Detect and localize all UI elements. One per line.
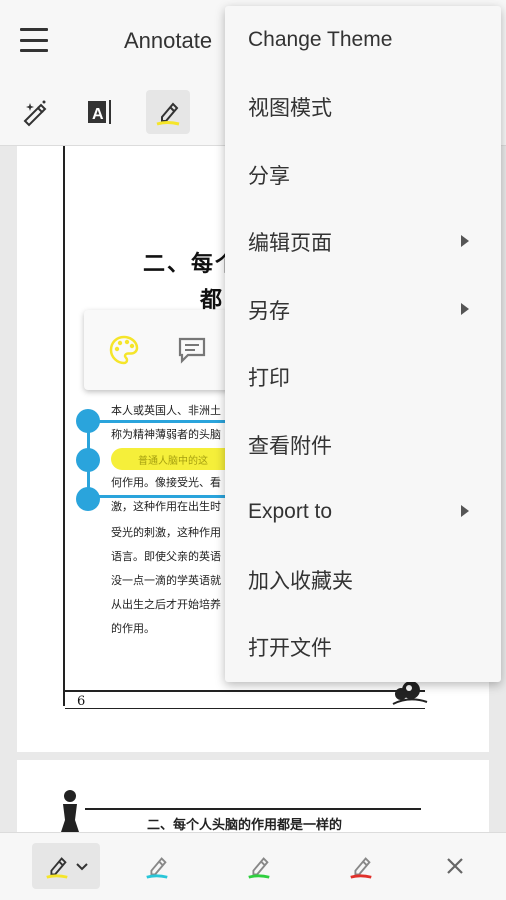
auto-annotate-button[interactable] xyxy=(12,90,56,134)
menu-item-label: Export to xyxy=(248,499,333,523)
menu-item-label: 视图模式 xyxy=(248,96,332,120)
close-toolbar-button[interactable] xyxy=(430,843,480,889)
bottom-toolbar xyxy=(0,832,506,900)
submenu-arrow-icon xyxy=(461,235,469,247)
selection-handle-bottom[interactable] xyxy=(76,487,100,511)
menu-item-edit-pages[interactable]: 编辑页面 xyxy=(225,208,501,275)
menu-item-change-theme[interactable]: Change Theme xyxy=(225,6,501,73)
menu-item-label: 分享 xyxy=(248,164,290,188)
text-line: 本人或英国人、非洲土 xyxy=(111,404,221,417)
page-title: Annotate xyxy=(124,28,213,53)
page-rule xyxy=(85,808,421,810)
page-number: 6 xyxy=(77,694,86,709)
magic-pen-icon xyxy=(23,100,47,127)
green-highlighter-button[interactable] xyxy=(234,843,284,889)
hamburger-menu-icon[interactable] xyxy=(14,22,54,58)
text-select-button[interactable]: A xyxy=(78,90,122,134)
menu-item-label: Change Theme xyxy=(248,27,393,51)
add-comment-button[interactable] xyxy=(174,332,210,368)
text-line: 没一点一滴的学英语就 xyxy=(111,574,221,587)
palette-icon xyxy=(109,335,139,365)
selection-handle-top[interactable] xyxy=(76,409,100,433)
text-line: 语言。即使父亲的英语 xyxy=(111,550,221,563)
menu-item-share[interactable]: 分享 xyxy=(225,141,501,208)
menu-item-export-to[interactable]: Export to xyxy=(225,478,501,545)
yellow-highlighter-button[interactable] xyxy=(32,843,100,889)
highlighter-icon xyxy=(46,857,68,879)
page-rule xyxy=(65,690,425,692)
menu-item-label: 打开文件 xyxy=(248,636,332,660)
menu-item-view-attachments[interactable]: 查看附件 xyxy=(225,411,501,478)
selection-bottom-edge xyxy=(87,495,227,498)
highlighted-text: 普通人脑中的这 xyxy=(138,456,208,467)
text-line: 激，这种作用在出生时 xyxy=(111,500,221,513)
highlighter-icon xyxy=(350,857,372,879)
highlighter-tool-button[interactable] xyxy=(146,90,190,134)
submenu-arrow-icon xyxy=(461,303,469,315)
annotation-popup xyxy=(84,310,244,390)
menu-item-open-file[interactable]: 打开文件 xyxy=(225,613,501,680)
menu-item-add-favorite[interactable]: 加入收藏夹 xyxy=(225,546,501,613)
text-select-icon: A xyxy=(88,100,111,124)
overflow-menu: Change Theme 视图模式 分享 编辑页面 另存 打印 查看附件 Exp… xyxy=(225,6,501,682)
text-line: 的作用。 xyxy=(111,622,155,635)
menu-item-label: 编辑页面 xyxy=(248,231,332,255)
text-line: 从出生之后才开始培养 xyxy=(111,598,221,611)
highlighter-icon xyxy=(248,857,270,879)
menu-item-view-mode[interactable]: 视图模式 xyxy=(225,73,501,140)
svg-text:A: A xyxy=(92,106,104,123)
menu-item-print[interactable]: 打印 xyxy=(225,343,501,410)
close-icon xyxy=(447,858,463,874)
menu-item-label: 打印 xyxy=(248,366,290,390)
page-border xyxy=(63,146,65,706)
selection-top-edge xyxy=(87,420,227,423)
comment-icon xyxy=(178,337,206,364)
submenu-arrow-icon xyxy=(461,505,469,517)
menu-item-label: 加入收藏夹 xyxy=(248,569,353,593)
text-line: 何作用。像接受光、看 xyxy=(111,476,221,489)
text-line: 称为精神薄弱者的头脑 xyxy=(111,428,221,441)
highlighter-icon xyxy=(156,102,180,126)
decorative-figure-icon xyxy=(61,790,79,832)
red-highlighter-button[interactable] xyxy=(336,843,386,889)
menu-item-save-as[interactable]: 另存 xyxy=(225,276,501,343)
page-rule xyxy=(65,708,425,709)
menu-item-label: 查看附件 xyxy=(248,434,332,458)
selection-handle-middle[interactable] xyxy=(76,448,100,472)
color-palette-button[interactable] xyxy=(106,332,142,368)
page2-heading: 二、每个人头脑的作用都是一样的 xyxy=(147,818,343,833)
text-line: 受光的刺激，这种作用 xyxy=(111,526,221,539)
cyan-highlighter-button[interactable] xyxy=(132,843,182,889)
highlighter-icon xyxy=(146,857,168,879)
chevron-down-icon xyxy=(76,863,88,871)
menu-item-label: 另存 xyxy=(248,299,290,323)
